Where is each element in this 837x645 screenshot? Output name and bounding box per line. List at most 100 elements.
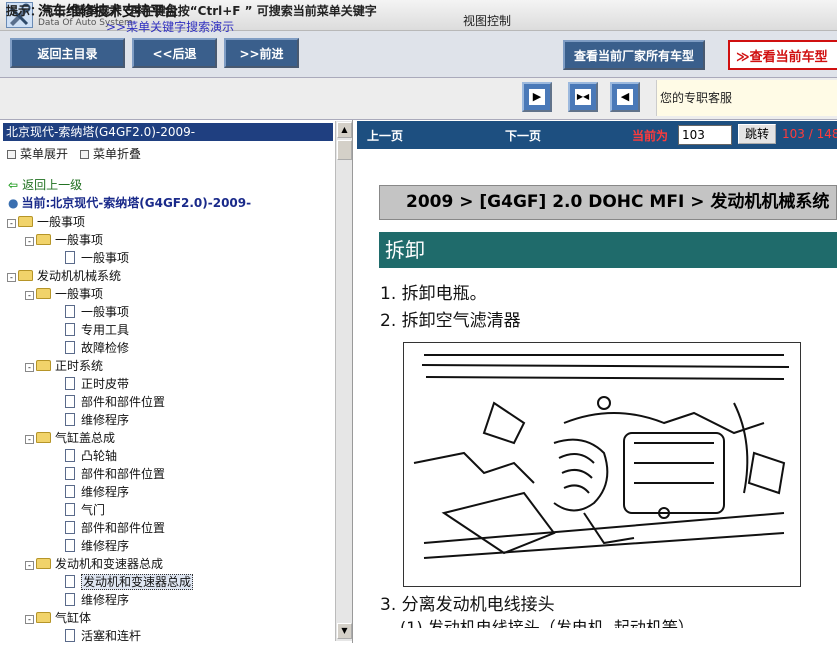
next-page-button[interactable]: 下一页 [505,127,541,144]
collapse-toggle-icon[interactable]: - [25,561,34,570]
tree-item[interactable]: 维修程序 [43,591,129,609]
tree-folder[interactable]: - 发动机机械系统 [7,267,121,285]
tree-item[interactable]: 部件和部件位置 [43,465,165,483]
folder-icon [18,216,33,227]
tree-item[interactable]: 专用工具 [43,321,129,339]
collapse-toggle-icon[interactable]: - [25,615,34,624]
tree-item-label: 正时系统 [55,359,104,373]
document-icon [65,413,75,426]
tree-item-label: 维修程序 [81,593,130,607]
tree-item[interactable]: 活塞和连杆 [43,627,141,645]
content-bottom-edge [357,628,837,643]
tree-item-label: 故障检修 [81,341,130,355]
back-up-link[interactable]: ⇦ 返回上一级 [8,176,82,194]
tree-item[interactable]: 部件和部件位置 [43,519,165,537]
tree-item-label: 凸轮轴 [81,449,118,463]
view-split-button[interactable]: ▶◀ [568,82,598,112]
tree-folder[interactable]: - 正时系统 [25,357,103,375]
arrow-left-icon: ◀ [617,89,633,105]
document-icon [65,305,75,318]
collapse-toggle-icon[interactable]: - [25,363,34,372]
back-button[interactable]: <<后退 [132,38,217,68]
tree-item[interactable]: 部件和部件位置 [43,393,165,411]
collapse-menu-button[interactable]: 菜单折叠 [80,145,141,162]
menu-header: 北京现代-索纳塔(G4GF2.0)-2009- [3,123,333,141]
folder-icon [36,558,51,569]
tree-folder[interactable]: - 一般事项 [7,213,85,231]
tree-item-label: 一般事项 [81,305,130,319]
engine-illustration [403,342,801,587]
tree-item-label: 一般事项 [37,215,86,229]
tree-item-label: 维修程序 [81,539,130,553]
folder-icon [36,360,51,371]
view-control-label: 视图控制 [463,14,512,28]
tree-item-label: 正时皮带 [81,377,130,391]
document-icon [65,503,75,516]
folder-icon [36,432,51,443]
split-arrows-icon: ▶◀ [575,89,591,105]
tree-folder[interactable]: - 气缸体 [25,609,91,627]
view-expand-right-button[interactable]: ▶ [522,82,552,112]
tree-item-label: 维修程序 [81,485,130,499]
page-number-input[interactable]: 103 [678,125,732,145]
section-heading: 拆卸 [379,232,837,268]
tree-folder[interactable]: - 发动机和变速器总成 [25,555,163,573]
collapse-box-icon [80,150,89,159]
menu-scrollbar[interactable]: ▲ ▼ [335,121,352,641]
tree-item-label: 气缸盖总成 [55,431,116,445]
tree-item[interactable]: 正时皮带 [43,375,129,393]
tree-item[interactable]: 维修程序 [43,411,129,429]
home-button[interactable]: 返回主目录 [10,38,125,68]
scroll-thumb[interactable] [337,140,352,160]
scroll-up-icon[interactable]: ▲ [337,122,352,138]
all-models-button[interactable]: 查看当前厂家所有车型 [563,40,705,70]
document-icon [65,485,75,498]
collapse-toggle-icon[interactable]: - [25,237,34,246]
collapse-toggle-icon[interactable]: - [25,435,34,444]
tree-folder[interactable]: - 一般事项 [25,285,103,303]
tree-item-label: 发动机机械系统 [37,269,122,283]
tree-item[interactable]: 凸轮轴 [43,447,117,465]
document-icon [65,467,75,480]
hint-text: 提示：点击“菜单展开”再在键盘按“Ctrl+F ” 可搜索当前菜单关键字 [6,4,377,18]
search-demo-link[interactable]: >>菜单关键字搜索演示 [106,18,234,35]
step-1: 1. 拆卸电瓶。 [380,284,487,304]
tree-folder[interactable]: - 一般事项 [25,231,103,249]
tree-item-label: 发动机和变速器总成 [55,557,164,571]
prev-page-button[interactable]: 上一页 [367,127,403,144]
tree-folder[interactable]: - 气缸盖总成 [25,429,115,447]
jump-button[interactable]: 跳转 [738,124,776,144]
tree-item[interactable]: 维修程序 [43,537,129,555]
collapse-toggle-icon[interactable]: - [7,219,16,228]
tree-item[interactable]: 维修程序 [43,483,129,501]
tree-item[interactable]: 一般事项 [43,249,129,267]
document-icon [65,539,75,552]
folder-icon [36,288,51,299]
collapse-toggle-icon[interactable]: - [7,273,16,282]
document-icon [65,629,75,642]
tree-item[interactable]: 一般事项 [43,303,129,321]
scroll-down-icon[interactable]: ▼ [337,623,352,639]
document-icon [65,251,75,264]
tree-item[interactable]: 发动机和变速器总成 [43,573,194,591]
tree-item-label: 一般事项 [81,251,130,265]
expand-menu-button[interactable]: 菜单展开 [7,145,68,162]
folder-icon [36,234,51,245]
tree-item[interactable]: 气门 [43,501,105,519]
current-model-button[interactable]: ≫查看当前车型 [728,40,837,70]
forward-button[interactable]: >>前进 [224,38,299,68]
tree-item-label: 一般事项 [55,233,104,247]
tree-item-label: 专用工具 [81,323,130,337]
folder-icon [36,612,51,623]
view-expand-left-button[interactable]: ◀ [610,82,640,112]
document-icon [65,593,75,606]
service-text[interactable]: 您的专职客服 [660,89,732,106]
document-breadcrumb: 2009 > [G4GF] 2.0 DOHC MFI > 发动机机械系统 [379,185,837,220]
location-pin-icon: ● [8,196,19,210]
tree-item[interactable]: 故障检修 [43,339,129,357]
document-icon [65,575,75,588]
expand-box-icon [7,150,16,159]
step-2: 2. 拆卸空气滤清器 [380,311,521,331]
collapse-toggle-icon[interactable]: - [25,291,34,300]
page-count: 103 / 1487 [782,127,837,141]
